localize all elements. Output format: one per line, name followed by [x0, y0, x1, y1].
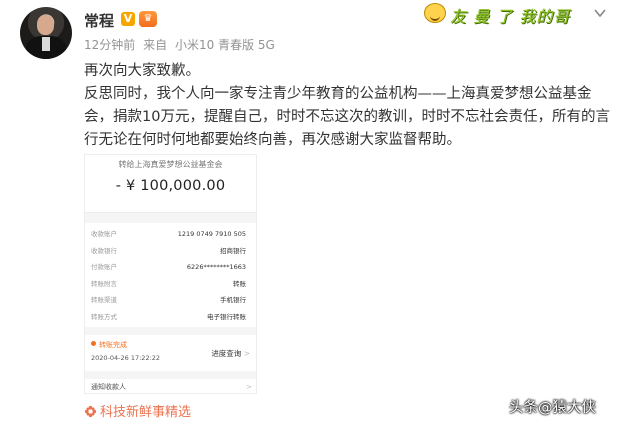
post-line-2: 反思同时，我个人向一家专注青少年教育的公益机构——上海真爱梦想公益基金会，捐款1… [84, 86, 610, 148]
receipt-row-key: 转账渠道 [91, 296, 117, 304]
receipt-row-value: 6226********1663 [186, 263, 246, 271]
receipt-row-value: 1219 0749 7910 505 [177, 230, 246, 238]
card-decoration: 友 曼 了 我的哥 [424, 3, 582, 26]
post-line-1: 再次向大家致歉。 [84, 63, 200, 79]
transfer-receipt-image[interactable]: 转给上海真爱梦想公益基金会 - ¥ 100,000.00 收款账户 1219 07… [84, 154, 257, 394]
receipt-row-value: 电子银行转账 [207, 312, 246, 321]
status-text: 转账完成 [99, 341, 127, 349]
receipt-title: 转给上海真爱梦想公益基金会 [118, 160, 223, 169]
receipt-status: 转账完成 2020-04-26 17:22:22 进度查询 > [85, 335, 256, 371]
watermark: 头条@猿大侠 [509, 400, 596, 416]
receipt-row-key: 收款账户 [91, 230, 117, 238]
receipt-row: 收款账户 1219 0749 7910 505 [91, 226, 252, 243]
post-device[interactable]: 小米10 青春版 5G [175, 38, 275, 52]
post-time[interactable]: 12分钟前 [84, 38, 135, 52]
receipt-row-key: 付款账户 [91, 263, 117, 271]
receipt-row: 转账渠道 手机银行 [91, 292, 252, 309]
decoration-text: 友 曼 了 我的哥 [450, 7, 571, 26]
receipt-row-value: 转账 [233, 279, 246, 288]
receipt-amount: - ¥ 100,000.00 [115, 178, 226, 194]
receipt-row-value: 招商银行 [220, 246, 246, 255]
receipt-row-key: 转账附言 [91, 279, 117, 288]
grinning-face-icon [424, 3, 446, 23]
notify-payee-label: 通知收款人 [91, 383, 126, 391]
avatar[interactable] [20, 7, 72, 59]
topic-link[interactable]: 科技新鲜事精选 [84, 401, 191, 420]
status-dot-icon [91, 341, 96, 346]
post-text: 再次向大家致歉。 反思同时，我个人向一家专注青少年教育的公益机构——上海真爱梦想… [84, 60, 610, 152]
topic-flower-icon [84, 405, 97, 418]
post-meta: 12分钟前 来自 小米10 青春版 5G [84, 36, 279, 53]
post-from-label: 来自 [143, 38, 168, 52]
receipt-row-key: 收款银行 [91, 246, 117, 255]
receipt-details: 收款账户 1219 0749 7910 505 收款银行 招商银行 付款账户 6226… [85, 223, 256, 327]
notify-payee-row: 通知收款人 > [85, 379, 256, 393]
receipt-header: 转给上海真爱梦想公益基金会 - ¥ 100,000.00 [85, 155, 256, 213]
receipt-row-key: 转账方式 [91, 312, 117, 321]
chevron-down-icon[interactable] [593, 6, 607, 20]
receipt-row: 付款账户 6226********1663 [91, 259, 252, 276]
vip-crown-icon[interactable]: ♛ [139, 11, 157, 27]
verified-badge-icon[interactable]: V [121, 12, 135, 26]
chevron-right-icon: > [246, 383, 252, 391]
receipt-row: 收款银行 招商银行 [91, 243, 252, 260]
user-name[interactable]: 常程 [84, 10, 114, 31]
chevron-right-icon: > [243, 349, 250, 358]
receipt-row: 转账方式 电子银行转账 [91, 309, 252, 326]
progress-query-link: 进度查询 > [211, 349, 250, 358]
topic-label: 科技新鲜事精选 [100, 405, 192, 420]
receipt-row-value: 手机银行 [220, 296, 246, 304]
receipt-row: 转账附言 转账 [91, 276, 252, 293]
